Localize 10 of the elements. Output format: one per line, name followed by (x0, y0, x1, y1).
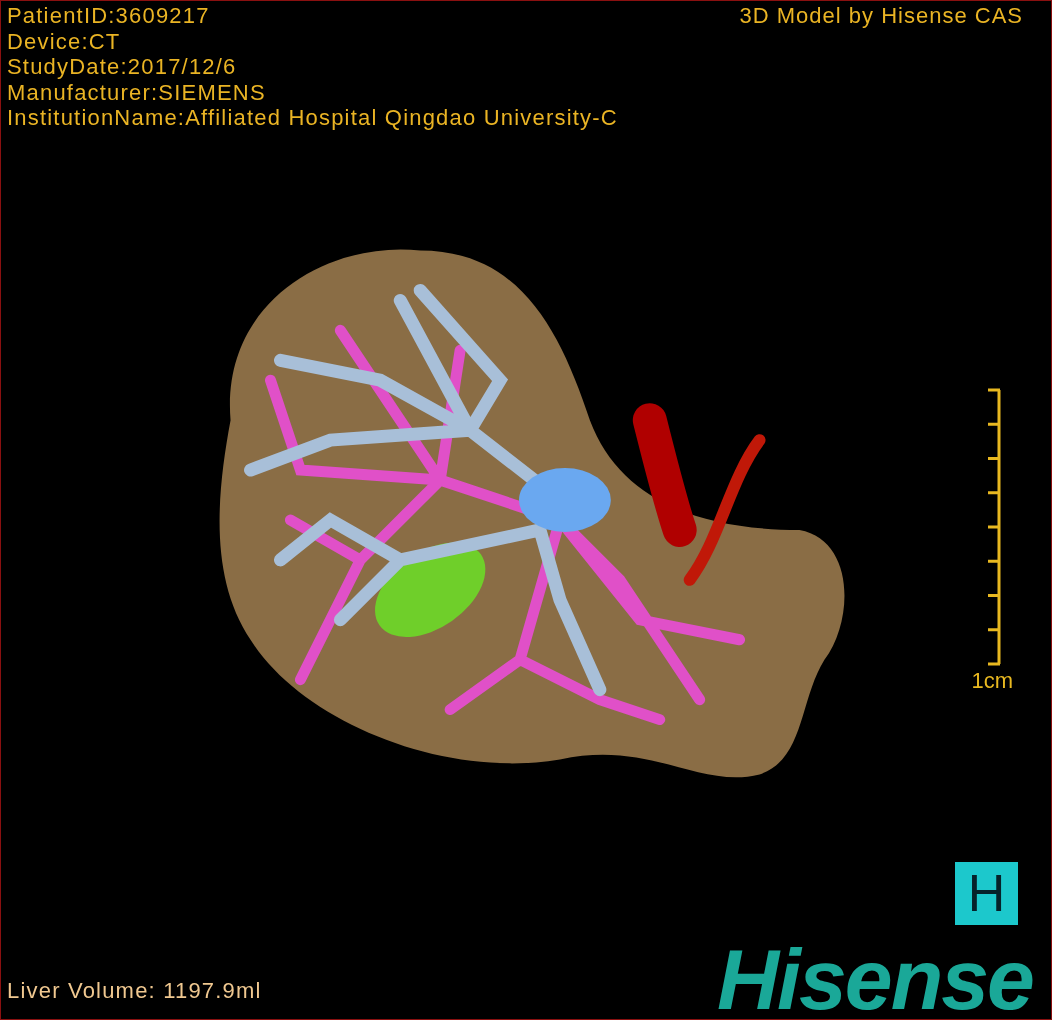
scale-label: 1cm (971, 668, 1013, 694)
info-line: StudyDate:2017/12/6 (7, 54, 238, 80)
liver-volume: Liver Volume: 1197.9ml (7, 977, 262, 1005)
info-line: Manufacturer:SIEMENS (7, 79, 267, 105)
info-line: InstitutionName:Affiliated Hospital Qingdao University-C (7, 105, 618, 131)
logo-badge: H (955, 862, 1018, 925)
brand-logo: Hisense (717, 939, 1033, 1019)
info-line: PatientID:3609217 (7, 3, 211, 29)
app-title: 3D Model by Hisense CAS (739, 3, 1023, 29)
info-line: Device:CT (7, 28, 122, 54)
